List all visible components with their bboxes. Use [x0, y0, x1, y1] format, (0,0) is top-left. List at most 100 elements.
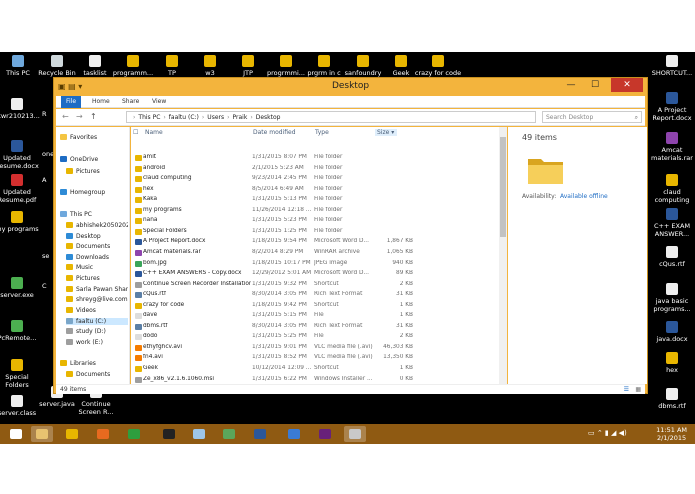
nav-item[interactable]: Documents	[66, 371, 128, 378]
desktop-icon[interactable]: crazy for code	[414, 55, 462, 77]
forward-button[interactable]: →	[76, 112, 83, 121]
minimize-button[interactable]: —	[559, 78, 583, 92]
file-name: Kaka	[143, 196, 158, 203]
breadcrumb-item[interactable]: Desktop	[256, 114, 281, 121]
nav-item[interactable]: OneDrive	[60, 156, 128, 163]
file-row[interactable]: Ze_x86_v2.1.6.1060.msi 1/31/2015 6:22 PM W…	[131, 375, 499, 384]
image-viewer-taskbar-icon[interactable]	[218, 426, 240, 442]
desktop-icon[interactable]: server.exe	[0, 277, 41, 299]
maximize-button[interactable]: ☐	[583, 78, 607, 92]
file-row[interactable]: fn4.avi 1/31/2015 8:52 PM VLC media file (…	[131, 353, 499, 364]
file-row[interactable]: ethyfghcv.avi 1/31/2015 9:01 PM VLC media …	[131, 343, 499, 354]
nav-item[interactable]: Pictures	[66, 168, 128, 175]
file-row[interactable]: dbms.rtf 8/30/2014 3:05 PM Rich Text Forma…	[131, 322, 499, 333]
breadcrumb-item[interactable]: faaltu (C:)	[169, 114, 199, 121]
desktop-icon[interactable]: my programs	[0, 211, 41, 233]
file-row[interactable]: hex 8/5/2014 6:49 AM File folder	[131, 185, 499, 196]
nav-item[interactable]: Desktop	[66, 233, 128, 240]
file-row[interactable]: nana 1/31/2015 5:23 PM File folder	[131, 216, 499, 227]
firefox-taskbar-icon[interactable]	[92, 426, 114, 442]
nav-item[interactable]: This PC	[60, 211, 128, 218]
tab-share[interactable]: Share	[117, 96, 144, 108]
desktop-icon[interactable]: PcRemote...	[0, 320, 41, 342]
file-row[interactable]: crazy for code 1/18/2015 9:42 PM Shortcut 1…	[131, 301, 499, 312]
word-taskbar-icon[interactable]	[249, 426, 271, 442]
desktop-icon[interactable]: Updated Resume.pdf	[0, 174, 41, 204]
back-button[interactable]: ←	[62, 112, 69, 121]
file-row[interactable]: claud computing 9/23/2014 2:45 PM File fol…	[131, 174, 499, 185]
search-input[interactable]: Search Desktop ⌕	[542, 111, 642, 123]
nav-item[interactable]: shreyg@live.com	[66, 296, 128, 303]
system-tray-icons[interactable]: ▭ ⌃ ▮ ◢ ◀)	[588, 429, 627, 437]
file-row[interactable]: bom.jpg 1/18/2015 10:17 PM JPEG image 940 K…	[131, 259, 499, 270]
desktop-icon[interactable]: hex	[649, 352, 695, 374]
nav-item[interactable]: Pictures	[66, 275, 128, 282]
tab-file[interactable]: File	[61, 96, 82, 108]
nav-item[interactable]: abhishek2050202	[66, 222, 128, 229]
file-row[interactable]: dave 1/31/2015 5:15 PM File 1 KB	[131, 311, 499, 322]
nav-item[interactable]: Downloads	[66, 254, 128, 261]
select-all-checkbox[interactable]: ☐	[133, 129, 138, 136]
vertical-scrollbar[interactable]	[499, 127, 507, 384]
desktop-icon[interactable]: SHORTCUT...	[648, 55, 695, 77]
details-view-icon[interactable]: ☰	[624, 385, 629, 395]
desktop-icon[interactable]: claud computing	[649, 174, 695, 204]
file-row[interactable]: Kaka 1/31/2015 5:13 PM File folder	[131, 195, 499, 206]
desktop-icon[interactable]: A Project Report.docx	[649, 92, 695, 122]
file-row[interactable]: Geek 10/12/2014 12:09 ... Shortcut 1 KB	[131, 364, 499, 375]
remote-taskbar-icon[interactable]	[344, 426, 366, 442]
file-row[interactable]: amit 1/31/2015 8:07 PM File folder	[131, 153, 499, 164]
desktop-icon[interactable]: Special Folders	[0, 359, 41, 389]
visual-studio-taskbar-icon[interactable]	[314, 426, 336, 442]
desktop-icon[interactable]: C++ EXAM ANSWER...	[649, 208, 695, 238]
column-header-date[interactable]: Date modified	[253, 129, 296, 136]
file-row[interactable]: C++ EXAM ANSWERS - Copy.docx 12/29/2012 5…	[131, 269, 499, 280]
file-row[interactable]: android 2/1/2015 5:23 AM File folder	[131, 164, 499, 175]
scrollbar-thumb[interactable]	[500, 137, 506, 237]
store-taskbar-icon[interactable]	[123, 426, 145, 442]
nav-item[interactable]: Videos	[66, 307, 128, 314]
nav-item[interactable]: faaltu (C:)	[66, 318, 128, 325]
desktop-icon[interactable]: dbms.rtf	[649, 388, 695, 410]
nav-item[interactable]: work (E:)	[66, 339, 128, 346]
up-button[interactable]: ↑	[90, 112, 97, 121]
file-row[interactable]: my programs 11/26/2014 12:18 ... File fold…	[131, 206, 499, 217]
column-header-size[interactable]: Size ▾	[375, 129, 398, 136]
desktop-icon[interactable]: java.docx	[649, 321, 695, 343]
file-row[interactable]: Special Folders 1/31/2015 1:25 PM File fol…	[131, 227, 499, 238]
desktop-icon[interactable]: Amcat materials.rar	[649, 132, 695, 162]
desktop-icon[interactable]: cQus.rtf	[649, 246, 695, 268]
file-explorer-taskbar-icon[interactable]	[31, 426, 53, 442]
breadcrumb-item[interactable]: This PC	[138, 114, 160, 121]
column-header-name[interactable]: Name	[145, 129, 163, 136]
nav-item[interactable]: Libraries	[60, 360, 128, 367]
nav-item[interactable]: Documents	[66, 243, 128, 250]
cmd-taskbar-icon[interactable]	[158, 426, 180, 442]
system-clock[interactable]: 11:51 AM 2/1/2015	[656, 426, 687, 442]
chrome-taskbar-icon[interactable]	[61, 426, 83, 442]
tab-view[interactable]: View	[147, 96, 171, 108]
tab-home[interactable]: Home	[87, 96, 115, 108]
start-button[interactable]	[5, 426, 27, 442]
nav-item[interactable]: Music	[66, 264, 128, 271]
file-row[interactable]: Amcat materials.rar 8/2/2014 8:29 PM WinRA…	[131, 248, 499, 259]
large-icons-view-icon[interactable]: ▦	[635, 385, 641, 395]
nav-item[interactable]: Sarla Pawan Shar	[66, 286, 128, 293]
file-row[interactable]: dodo 1/31/2015 5:25 PM File 2 KB	[131, 332, 499, 343]
breadcrumb-item[interactable]: Praik	[233, 114, 248, 121]
file-row[interactable]: A Project Report.docx 1/18/2015 9:54 PM Mi…	[131, 237, 499, 248]
desktop-icon[interactable]: java basic programs...	[649, 283, 695, 313]
paint-taskbar-icon[interactable]	[283, 426, 305, 442]
file-row[interactable]: cQus.rtf 8/30/2014 3:05 PM Rich Text Forma…	[131, 290, 499, 301]
address-bar[interactable]: › This PC › faaltu (C:) › Users › Praik › Desktop	[126, 111, 536, 123]
nav-item[interactable]: study (D:)	[66, 328, 128, 335]
column-header-type[interactable]: Type	[315, 129, 329, 136]
notepad-taskbar-icon[interactable]	[188, 426, 210, 442]
desktop-icon[interactable]: ptwr210213...	[0, 98, 41, 120]
close-button[interactable]: ✕	[611, 78, 643, 92]
breadcrumb-item[interactable]: Users	[207, 114, 224, 121]
file-row[interactable]: Continue Screen Recorder Installation 1/3…	[131, 280, 499, 291]
nav-item[interactable]: Homegroup	[60, 189, 128, 196]
nav-item[interactable]: Favorites	[60, 134, 128, 141]
desktop-icon[interactable]: Updated Resume.docx	[0, 140, 41, 170]
